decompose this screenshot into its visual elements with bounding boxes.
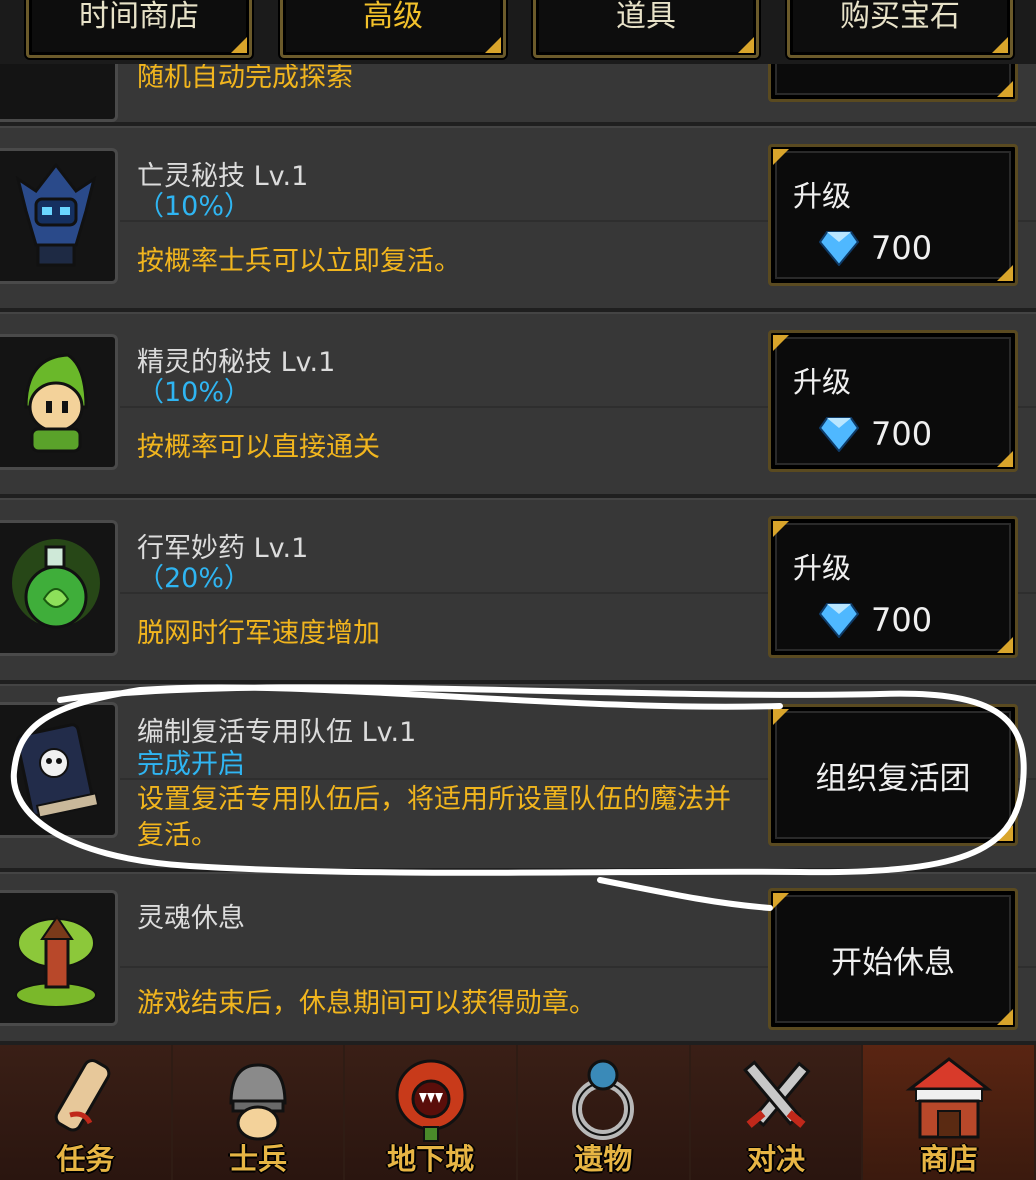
bottom-nav: 任务 士兵 地下城 遗物 对决 商店 bbox=[0, 1045, 1036, 1180]
undead-knight-icon bbox=[0, 148, 118, 284]
cost: 700 bbox=[819, 601, 932, 639]
nav-label: 商店 bbox=[919, 1142, 978, 1176]
partial-item-desc: 随机自动完成探索 bbox=[137, 62, 353, 93]
nav-label: 地下城 bbox=[387, 1142, 475, 1176]
item-desc: 设置复活专用队伍后，将适用所设置队伍的魔法并复活。 bbox=[137, 784, 731, 851]
item-percent: （10%） bbox=[137, 191, 252, 222]
cost: 700 bbox=[819, 415, 932, 453]
top-tab-bar: 时间商店 高级 道具 购买宝石 bbox=[0, 0, 1036, 64]
gem-icon bbox=[819, 231, 859, 266]
scroll-icon bbox=[55, 1059, 111, 1132]
nav-relic[interactable]: 遗物 bbox=[518, 1045, 691, 1180]
nav-label: 遗物 bbox=[574, 1142, 633, 1176]
list-item-undead-secret: 亡灵秘技 Lv.1 （10%） 按概率士兵可以立即复活。 升级 700 bbox=[0, 126, 1036, 312]
nav-label: 任务 bbox=[56, 1142, 115, 1176]
upgrade-button[interactable]: 升级 700 bbox=[768, 330, 1018, 472]
list-item-revive-team: 编制复活专用队伍 Lv.1 完成开启 设置复活专用队伍后，将适用所设置队伍的魔法… bbox=[0, 684, 1036, 872]
upgrade-label: 升级 bbox=[793, 365, 852, 399]
item-percent: （10%） bbox=[137, 377, 252, 408]
tree-house-icon bbox=[0, 890, 118, 1026]
gem-icon bbox=[819, 603, 859, 638]
cost: 700 bbox=[819, 229, 932, 267]
item-status: 完成开启 bbox=[137, 749, 245, 780]
upgrade-label: 升级 bbox=[793, 551, 852, 585]
item-percent: （20%） bbox=[137, 563, 252, 594]
corner-decoration bbox=[997, 637, 1013, 653]
upgrade-list: 随机自动完成探索 亡灵秘技 Lv.1 （10%） 按概率士兵可以立即复活。 升级 bbox=[0, 0, 1036, 1045]
item-desc: 按概率士兵可以立即复活。 bbox=[137, 246, 461, 277]
crossed-swords-icon bbox=[743, 1060, 811, 1128]
nav-label: 对决 bbox=[747, 1142, 806, 1176]
corner-decoration bbox=[773, 335, 789, 351]
upgrade-button[interactable]: 升级 700 bbox=[768, 144, 1018, 286]
skull-book-icon bbox=[0, 702, 118, 838]
item-desc: 脱网时行军速度增加 bbox=[137, 618, 380, 649]
button-label: 开始休息 bbox=[831, 944, 955, 981]
gem-icon bbox=[819, 417, 859, 452]
green-elf-icon bbox=[0, 334, 118, 470]
corner-decoration bbox=[997, 265, 1013, 281]
nav-label: 士兵 bbox=[229, 1142, 288, 1176]
nav-soldier[interactable]: 士兵 bbox=[172, 1045, 346, 1180]
nav-duel[interactable]: 对决 bbox=[690, 1045, 864, 1180]
list-item-march-potion: 行军妙药 Lv.1 （20%） 脱网时行军速度增加 升级 700 bbox=[0, 498, 1036, 684]
tab-items[interactable]: 道具 bbox=[533, 0, 759, 58]
tab-label: 高级 bbox=[363, 0, 423, 34]
item-desc: 按概率可以直接通关 bbox=[137, 432, 380, 463]
organize-revive-team-button[interactable]: 组织复活团 bbox=[768, 704, 1018, 846]
corner-decoration bbox=[738, 37, 754, 53]
shop-stall-icon bbox=[905, 1057, 993, 1139]
item-desc: 游戏结束后，休息期间可以获得勋章。 bbox=[137, 988, 596, 1019]
corner-decoration bbox=[231, 37, 247, 53]
tab-buy-gems[interactable]: 购买宝石 bbox=[787, 0, 1013, 58]
tab-advanced[interactable]: 高级 bbox=[280, 0, 506, 58]
start-rest-button[interactable]: 开始休息 bbox=[768, 888, 1018, 1030]
tab-label: 时间商店 bbox=[79, 0, 199, 34]
upgrade-button[interactable]: 升级 700 bbox=[768, 516, 1018, 658]
upgrade-label: 升级 bbox=[793, 179, 852, 213]
corner-decoration bbox=[997, 451, 1013, 467]
potion-bottle-icon bbox=[0, 520, 118, 656]
nav-dungeon[interactable]: 地下城 bbox=[345, 1045, 519, 1180]
tab-time-shop[interactable]: 时间商店 bbox=[26, 0, 252, 58]
monster-plant-icon bbox=[395, 1059, 467, 1142]
ring-relic-icon bbox=[572, 1059, 635, 1140]
nav-shop[interactable]: 商店 bbox=[863, 1045, 1036, 1180]
corner-decoration bbox=[992, 37, 1008, 53]
cost-value: 700 bbox=[871, 601, 933, 639]
cost-value: 700 bbox=[871, 415, 933, 453]
soldier-helmet-icon bbox=[229, 1063, 287, 1141]
corner-decoration bbox=[997, 81, 1013, 97]
list-item-soul-rest: 灵魂休息 游戏结束后，休息期间可以获得勋章。 开始休息 bbox=[0, 872, 1036, 1045]
item-title: 灵魂休息 bbox=[137, 903, 245, 934]
button-label: 组织复活团 bbox=[815, 760, 971, 797]
tab-label: 购买宝石 bbox=[840, 0, 960, 34]
tab-label: 道具 bbox=[616, 0, 676, 34]
corner-decoration bbox=[485, 37, 501, 53]
cost-value: 700 bbox=[871, 229, 933, 267]
list-item-elf-secret: 精灵的秘技 Lv.1 （10%） 按概率可以直接通关 升级 700 bbox=[0, 312, 1036, 498]
corner-decoration bbox=[773, 521, 789, 537]
corner-decoration bbox=[773, 149, 789, 165]
nav-quest[interactable]: 任务 bbox=[0, 1045, 173, 1180]
